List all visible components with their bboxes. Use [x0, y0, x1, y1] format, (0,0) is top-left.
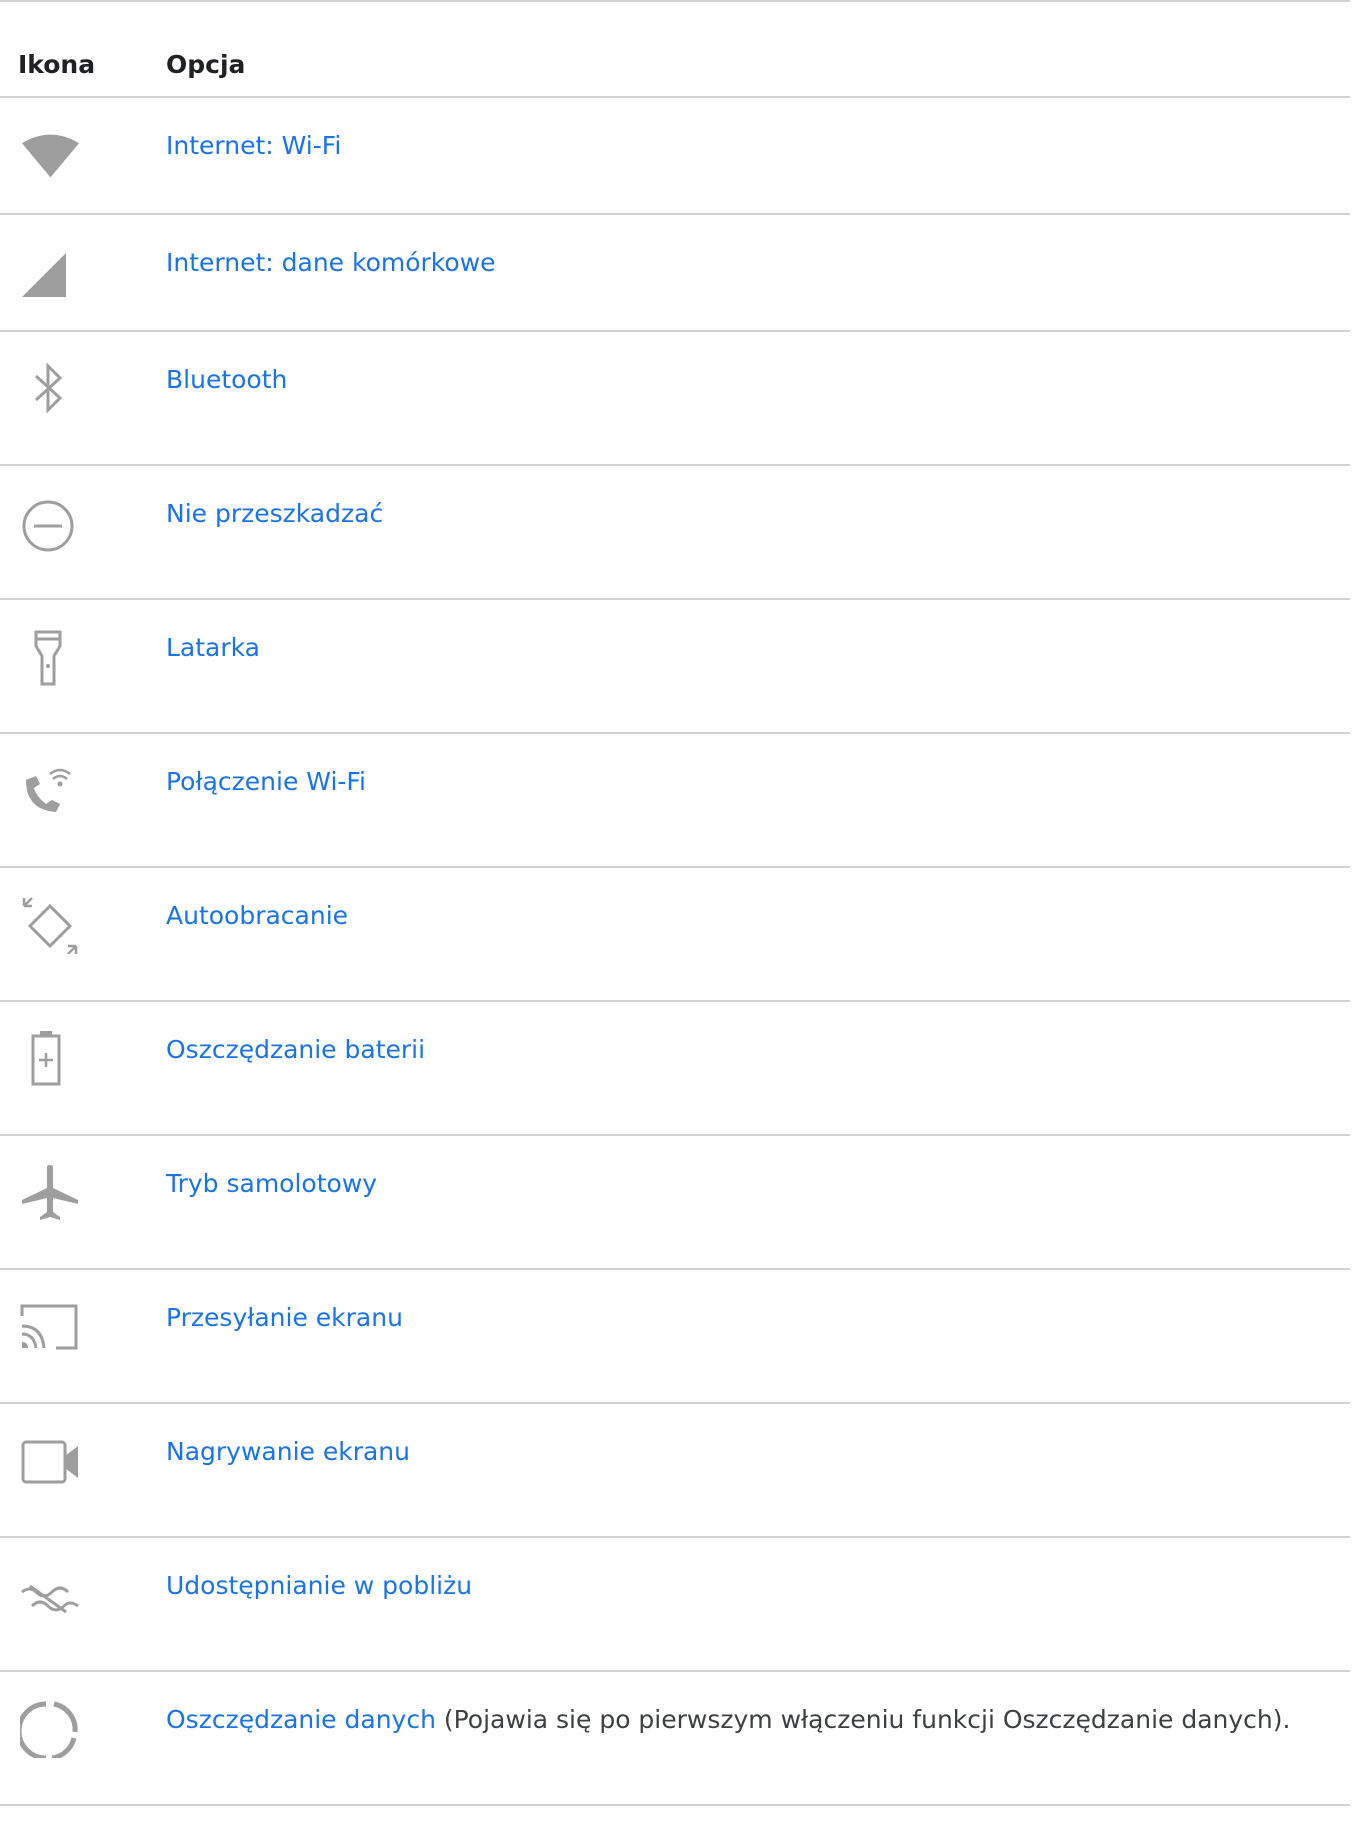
quick-settings-table: Ikona Opcja Internet: Wi-Fi Internet: da… — [0, 0, 1350, 1806]
nearby-share-icon — [21, 1584, 79, 1614]
flashlight-icon — [34, 630, 62, 686]
table-row: Internet: dane komórkowe — [0, 213, 1350, 331]
table-row: Nagrywanie ekranu — [0, 1402, 1350, 1537]
do-not-disturb-icon — [22, 500, 74, 552]
option-link-battery-saver[interactable]: Oszczędzanie baterii — [166, 1035, 425, 1064]
airplane-icon — [22, 1165, 78, 1220]
cellular-signal-icon — [22, 253, 66, 297]
table-row: Przesyłanie ekranu — [0, 1268, 1350, 1403]
table-row: Oszczędzanie baterii — [0, 1000, 1350, 1135]
header-option: Opcja — [166, 0, 1350, 97]
option-link-nearby-share[interactable]: Udostępnianie w pobliżu — [166, 1571, 472, 1600]
table-row: Połączenie Wi-Fi — [0, 732, 1350, 867]
table-row: Latarka — [0, 598, 1350, 733]
screen-record-icon — [21, 1440, 78, 1484]
option-link-flashlight[interactable]: Latarka — [166, 633, 260, 662]
option-link-wifi-calling[interactable]: Połączenie Wi-Fi — [166, 767, 366, 796]
bluetooth-icon — [34, 362, 63, 414]
table-row: Autoobracanie — [0, 866, 1350, 1001]
auto-rotate-icon — [22, 897, 78, 954]
data-saver-icon — [20, 1701, 78, 1758]
option-link-data-saver[interactable]: Oszczędzanie danych — [166, 1705, 436, 1734]
table-row: Internet: Wi-Fi — [0, 96, 1350, 214]
table-header-row: Ikona Opcja — [0, 0, 1350, 97]
wifi-icon — [22, 134, 79, 178]
option-link-screen-record[interactable]: Nagrywanie ekranu — [166, 1437, 410, 1466]
battery-saver-icon — [31, 1031, 61, 1086]
option-link-screen-cast[interactable]: Przesyłanie ekranu — [166, 1303, 403, 1332]
icon-cell — [0, 96, 166, 214]
table-row: Oszczędzanie danych (Pojawia się po pier… — [0, 1670, 1350, 1806]
option-link-bluetooth[interactable]: Bluetooth — [166, 365, 287, 394]
table-row: Nie przeszkadzać — [0, 464, 1350, 599]
option-link-mobile-data[interactable]: Internet: dane komórkowe — [166, 248, 496, 277]
option-link-wifi[interactable]: Internet: Wi-Fi — [166, 131, 341, 160]
header-icon: Ikona — [0, 0, 166, 97]
table-row: Tryb samolotowy — [0, 1134, 1350, 1269]
data-saver-note: (Pojawia się po pierwszym włączeniu funk… — [435, 1705, 1291, 1734]
cast-icon — [20, 1304, 78, 1350]
wifi-calling-icon — [26, 768, 71, 812]
table-row: Bluetooth — [0, 330, 1350, 465]
option-link-do-not-disturb[interactable]: Nie przeszkadzać — [166, 499, 383, 528]
quick-settings-table-wrap: Ikona Opcja Internet: Wi-Fi Internet: da… — [0, 0, 1359, 1806]
table-row: Udostępnianie w pobliżu — [0, 1536, 1350, 1671]
option-link-auto-rotate[interactable]: Autoobracanie — [166, 901, 348, 930]
option-link-airplane-mode[interactable]: Tryb samolotowy — [166, 1169, 377, 1198]
